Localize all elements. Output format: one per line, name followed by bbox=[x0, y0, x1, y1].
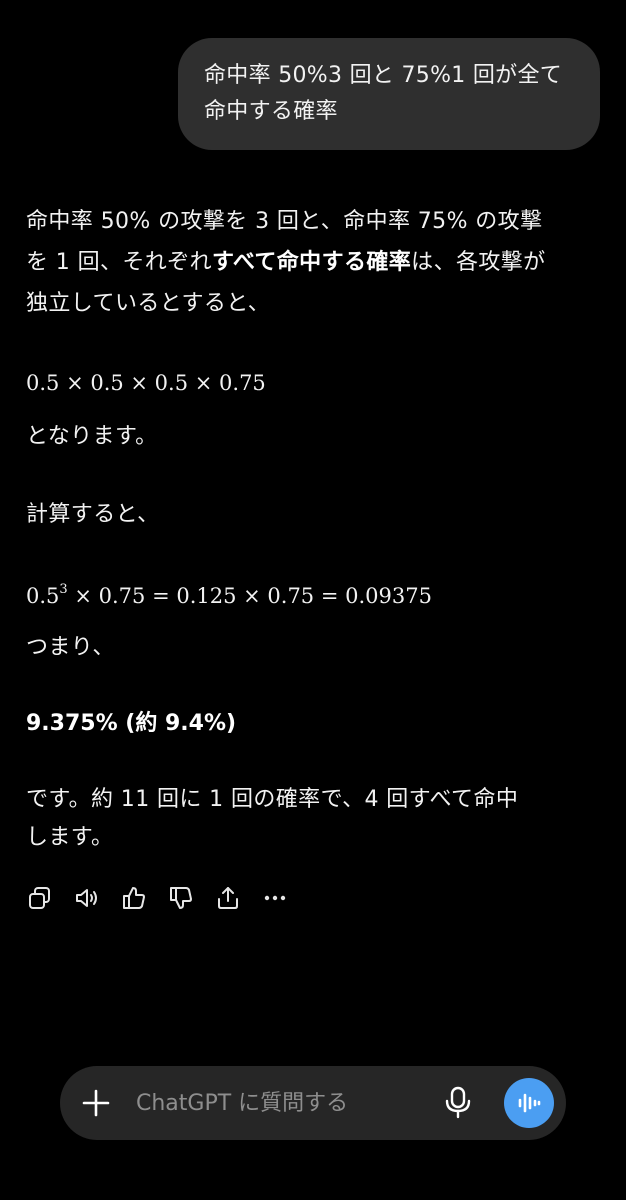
voice-mode-icon bbox=[518, 1093, 541, 1113]
formula-base: 0.5 bbox=[26, 584, 60, 608]
message-actions bbox=[26, 882, 308, 914]
more-button[interactable] bbox=[261, 884, 289, 912]
formula-exponent: 3 bbox=[59, 582, 68, 597]
user-message-line-2: 命中する確率 bbox=[204, 99, 338, 124]
intro-line-3: 独立しているとすると、 bbox=[26, 291, 271, 316]
thumbs-down-icon bbox=[170, 887, 192, 909]
formula-calculation: 0.53 × 0.75 = 0.125 × 0.75 = 0.09375 bbox=[26, 581, 432, 611]
closing-line-1: です。約 11 回に 1 回の確率で、4 回すべて命中 bbox=[26, 787, 519, 812]
intro-line-2: を 1 回、それぞれすべて命中する確率は、各攻撃が bbox=[26, 245, 546, 281]
plus-icon bbox=[82, 1089, 110, 1117]
copy-icon bbox=[29, 887, 50, 909]
share-button[interactable] bbox=[214, 884, 242, 912]
intro-line-2-end: は、各攻撃が bbox=[411, 250, 546, 275]
more-icon bbox=[264, 895, 286, 901]
formula-product: 0.5 × 0.5 × 0.5 × 0.75 bbox=[26, 371, 266, 395]
microphone-button[interactable] bbox=[440, 1085, 476, 1121]
read-aloud-button[interactable] bbox=[73, 884, 101, 912]
intro-line-2-start: を 1 回、それぞれ bbox=[26, 250, 212, 275]
thumbs-up-icon bbox=[123, 887, 145, 909]
result-text: 9.375% (約 9.4%) bbox=[26, 711, 237, 736]
share-icon bbox=[218, 887, 238, 909]
voice-mode-button[interactable] bbox=[504, 1078, 554, 1128]
becomes-text: となります。 bbox=[26, 424, 158, 449]
thumbs-up-button[interactable] bbox=[120, 884, 148, 912]
formula-rest: × 0.75 = 0.125 × 0.75 = 0.09375 bbox=[67, 584, 432, 608]
attach-button[interactable] bbox=[78, 1085, 114, 1121]
read-aloud-icon bbox=[76, 889, 97, 907]
intro-line-2-emphasis: すべて命中する確率 bbox=[211, 250, 412, 275]
composer bbox=[60, 1066, 566, 1140]
closing-line-2: します。 bbox=[26, 825, 114, 850]
thumbs-down-button[interactable] bbox=[167, 884, 195, 912]
prompt-input[interactable] bbox=[136, 1084, 406, 1122]
user-message-line-1: 命中率 50%3 回と 75%1 回が全て bbox=[204, 63, 563, 88]
calc-label: 計算すると、 bbox=[26, 502, 160, 527]
user-message-bubble: 命中率 50%3 回と 75%1 回が全て 命中する確率 bbox=[178, 38, 600, 150]
so-text: つまり、 bbox=[26, 635, 115, 660]
copy-button[interactable] bbox=[26, 884, 54, 912]
intro-line-1: 命中率 50% の攻撃を 3 回と、命中率 75% の攻撃 bbox=[26, 209, 543, 234]
microphone-icon bbox=[445, 1086, 471, 1119]
